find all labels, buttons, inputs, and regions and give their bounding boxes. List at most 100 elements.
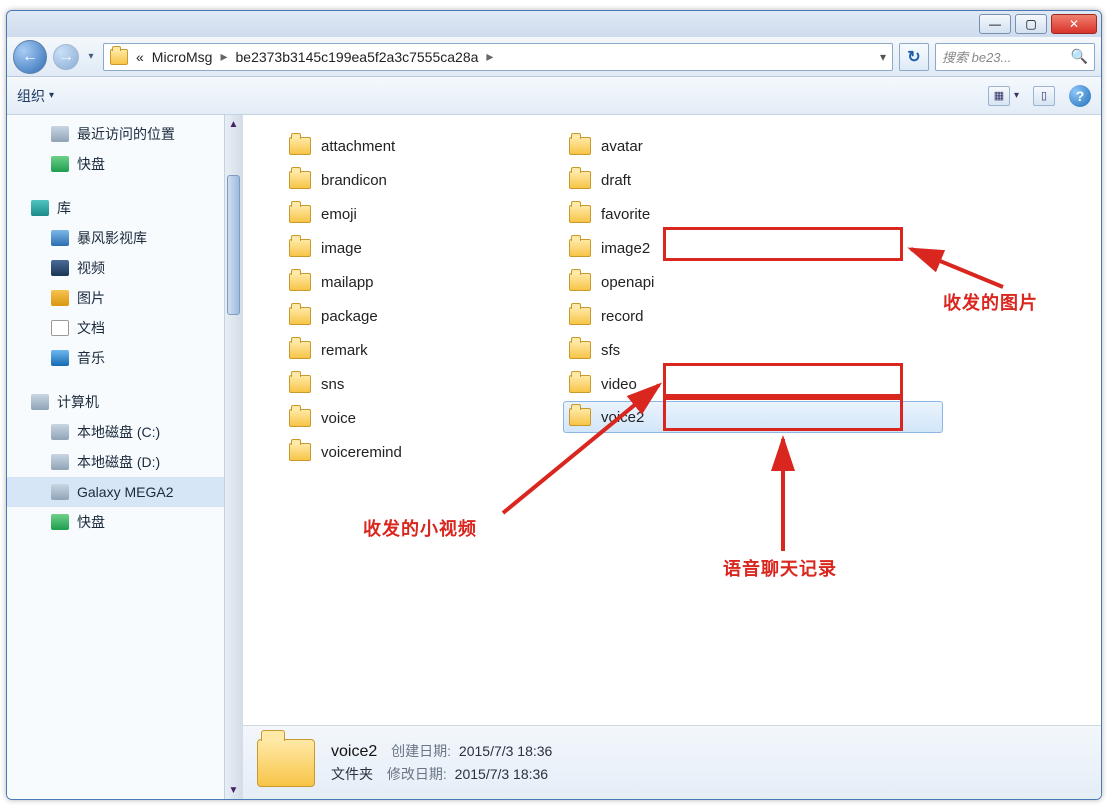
breadcrumb-sep: ▸ <box>220 48 227 65</box>
folder-label: record <box>601 308 644 325</box>
search-placeholder: 搜索 be23... <box>942 47 1011 66</box>
history-dropdown[interactable]: ▾ <box>85 51 97 62</box>
details-pane: voice2 创建日期: 2015/7/3 18:36 文件夹 修改日期: 20… <box>243 725 1101 799</box>
close-button[interactable]: ✕ <box>1051 14 1097 34</box>
folder-label: sns <box>321 376 344 393</box>
folder-item[interactable]: voiceremind <box>283 435 523 469</box>
sidebar-item[interactable]: 最近访问的位置 <box>7 119 242 149</box>
sidebar-item[interactable]: 本地磁盘 (C:) <box>7 417 242 447</box>
folder-icon <box>289 205 311 223</box>
breadcrumb-sep: ▸ <box>486 48 493 65</box>
explorer-body: 最近访问的位置快盘库暴风影视库视频图片文档音乐计算机本地磁盘 (C:)本地磁盘 … <box>7 115 1101 799</box>
details-folder-icon <box>257 739 315 787</box>
folder-label: emoji <box>321 206 357 223</box>
details-create-value: 2015/7/3 18:36 <box>459 743 552 759</box>
address-bar[interactable]: « MicroMsg ▸ be2373b3145c199ea5f2a3c7555… <box>103 43 893 71</box>
folder-item[interactable]: remark <box>283 333 523 367</box>
folder-item[interactable]: voice <box>283 401 523 435</box>
folder-label: avatar <box>601 138 643 155</box>
sidebar-item[interactable]: 图片 <box>7 283 242 313</box>
folder-item[interactable]: emoji <box>283 197 523 231</box>
green-icon <box>51 514 69 530</box>
folder-label: openapi <box>601 274 654 291</box>
sidebar-scrollbar[interactable]: ▲ ▼ <box>224 115 242 799</box>
sidebar-item-label: 文档 <box>77 318 105 338</box>
scroll-up-icon[interactable]: ▲ <box>225 115 242 133</box>
blue-icon <box>51 230 69 246</box>
drive-icon <box>51 484 69 500</box>
sidebar-item[interactable]: 快盘 <box>7 507 242 537</box>
organize-menu[interactable]: 组织 ▾ <box>17 86 54 106</box>
refresh-button[interactable]: ↻ <box>899 43 929 71</box>
sidebar-item[interactable]: Galaxy MEGA2 <box>7 477 242 507</box>
sidebar-item-label: 本地磁盘 (C:) <box>77 422 160 442</box>
search-input[interactable]: 搜索 be23... 🔍 <box>935 43 1095 71</box>
sidebar-item-label: 音乐 <box>77 348 105 368</box>
folder-label: voiceremind <box>321 444 402 461</box>
folder-item[interactable]: favorite <box>563 197 943 231</box>
folder-icon <box>289 409 311 427</box>
sidebar-item[interactable]: 视频 <box>7 253 242 283</box>
sidebar-item[interactable]: 暴风影视库 <box>7 223 242 253</box>
sidebar-item[interactable]: 音乐 <box>7 343 242 373</box>
folder-icon <box>569 171 591 189</box>
drive-icon <box>51 454 69 470</box>
music-icon <box>51 350 69 366</box>
folder-item[interactable]: attachment <box>283 129 523 163</box>
sidebar-item-label: 计算机 <box>57 392 99 412</box>
forward-button[interactable]: → <box>53 44 79 70</box>
folder-item[interactable]: draft <box>563 163 943 197</box>
sidebar-item[interactable]: 计算机 <box>7 387 242 417</box>
breadcrumb-part[interactable]: be2373b3145c199ea5f2a3c7555ca28a <box>236 49 479 65</box>
breadcrumb-prefix: « <box>136 49 144 65</box>
folder-item[interactable]: sns <box>283 367 523 401</box>
sidebar-item[interactable]: 快盘 <box>7 149 242 179</box>
window-controls: — ▢ ✕ <box>979 14 1097 34</box>
folder-item[interactable]: avatar <box>563 129 943 163</box>
sidebar-item-label: 图片 <box>77 288 105 308</box>
sidebar-item[interactable]: 文档 <box>7 313 242 343</box>
folder-icon <box>289 443 311 461</box>
minimize-button[interactable]: — <box>979 14 1011 34</box>
folder-item[interactable]: package <box>283 299 523 333</box>
folder-icon <box>289 239 311 257</box>
breadcrumb-part[interactable]: MicroMsg <box>152 49 213 65</box>
folder-label: package <box>321 308 378 325</box>
preview-pane-button[interactable]: ▯ <box>1033 86 1055 106</box>
folder-item[interactable]: brandicon <box>283 163 523 197</box>
folder-item[interactable]: mailapp <box>283 265 523 299</box>
folder-item[interactable]: sfs <box>563 333 943 367</box>
sidebar-item[interactable]: 本地磁盘 (D:) <box>7 447 242 477</box>
folder-item[interactable]: video <box>563 367 943 401</box>
view-dropdown[interactable]: ▾ <box>1014 90 1019 101</box>
folder-label: draft <box>601 172 631 189</box>
maximize-button[interactable]: ▢ <box>1015 14 1047 34</box>
annotation-label-video: 收发的小视频 <box>363 515 477 541</box>
details-create-label: 创建日期: <box>391 743 451 759</box>
folder-label: attachment <box>321 138 395 155</box>
folder-item[interactable]: image2 <box>563 231 943 265</box>
explorer-window: — ▢ ✕ ← → ▾ « MicroMsg ▸ be2373b3145c199… <box>6 10 1102 800</box>
help-button[interactable]: ? <box>1069 85 1091 107</box>
titlebar: — ▢ ✕ <box>7 11 1101 37</box>
sidebar-item[interactable]: 库 <box>7 193 242 223</box>
details-modify-value: 2015/7/3 18:36 <box>455 766 548 782</box>
teal-icon <box>31 200 49 216</box>
sidebar-item-label: 最近访问的位置 <box>77 124 175 144</box>
folder-label: voice <box>321 410 356 427</box>
view-options-button[interactable]: ▦ <box>988 86 1010 106</box>
folder-item[interactable]: voice2 <box>563 401 943 433</box>
folder-icon <box>289 273 311 291</box>
folder-icon <box>289 341 311 359</box>
sidebar-item-label: Galaxy MEGA2 <box>77 484 173 500</box>
scroll-down-icon[interactable]: ▼ <box>225 781 242 799</box>
address-dropdown[interactable]: ▾ <box>880 50 886 64</box>
folder-item[interactable]: openapi <box>563 265 943 299</box>
back-button[interactable]: ← <box>13 40 47 74</box>
folder-icon <box>569 137 591 155</box>
scroll-thumb[interactable] <box>227 175 240 315</box>
folder-icon <box>569 205 591 223</box>
folder-label: image2 <box>601 240 650 257</box>
folder-item[interactable]: image <box>283 231 523 265</box>
folder-item[interactable]: record <box>563 299 943 333</box>
